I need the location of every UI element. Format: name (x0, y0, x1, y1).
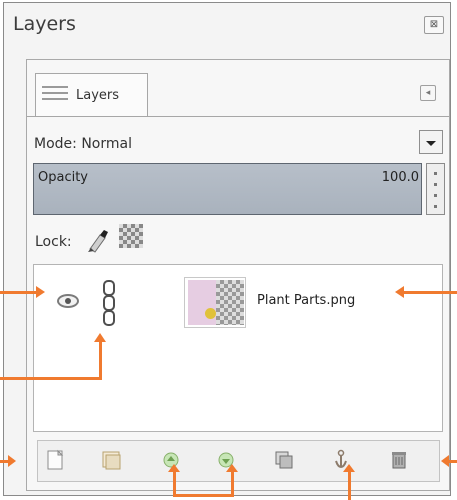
tab-menu-icon: ◂ (425, 88, 431, 98)
layer-name-callout-head (395, 286, 404, 298)
new-layer-icon (47, 449, 64, 470)
new-group-icon (102, 451, 121, 470)
mode-dropdown-button[interactable] (419, 130, 443, 154)
close-button[interactable]: ⊠ (424, 16, 444, 34)
window-title: Layers (13, 13, 76, 35)
opacity-value: 100.0 (381, 170, 419, 185)
layers-dock: Layers ◂ Mode: Normal Opacity 100.0 Lock… (26, 59, 450, 491)
checkerboard-icon[interactable] (119, 224, 143, 248)
delete-layer-button[interactable] (388, 449, 410, 471)
raise-lower-bracket-right (231, 472, 234, 497)
eye-callout-line (0, 291, 36, 294)
anchor-callout-line (348, 472, 351, 500)
raise-lower-bracket-bottom (173, 494, 234, 497)
tab-layers-label: Layers (76, 88, 120, 103)
opacity-label: Opacity (38, 170, 89, 185)
layer-name-callout-line (404, 291, 457, 294)
tab-menu-button[interactable]: ◂ (420, 85, 436, 101)
delete-callout-head (441, 455, 449, 467)
lower-callout-head (226, 464, 238, 472)
lock-label: Lock: (35, 234, 72, 250)
layers-tab-icon (42, 82, 68, 104)
opacity-spinner[interactable] (426, 163, 445, 215)
anchor-callout-head (343, 464, 355, 472)
mode-row: Mode: Normal (34, 136, 132, 152)
tab-divider (27, 116, 449, 117)
new-layer-callout-head (8, 455, 16, 467)
title-bar: Layers ⊠ (4, 3, 450, 47)
opacity-slider[interactable]: Opacity 100.0 (33, 163, 422, 215)
mode-value[interactable]: Normal (81, 136, 132, 152)
chain-callout-vertical (99, 341, 102, 380)
new-layer-group-button[interactable] (101, 449, 123, 471)
duplicate-layer-button[interactable] (273, 449, 295, 471)
delete-layer-icon (392, 452, 406, 469)
layer-thumbnail[interactable] (184, 277, 246, 328)
mode-label: Mode: (34, 136, 77, 152)
chain-link-icon[interactable] (102, 280, 116, 326)
duplicate-layer-icon (275, 451, 293, 469)
eye-icon[interactable] (57, 294, 79, 308)
new-layer-button[interactable] (44, 449, 66, 471)
layer-name[interactable]: Plant Parts.png (257, 293, 355, 308)
chain-callout-horizontal (0, 377, 102, 380)
new-layer-callout-line (0, 460, 8, 463)
raise-lower-bracket-left (173, 472, 176, 497)
tab-layers[interactable]: Layers (35, 73, 148, 117)
raise-callout-head (168, 464, 180, 472)
layers-list: Plant Parts.png (33, 264, 443, 432)
eye-callout-head (36, 286, 45, 298)
layers-window: Layers ⊠ Layers ◂ Mode: Normal Opacity 1… (3, 2, 451, 496)
layers-bottom-toolbar (37, 440, 440, 482)
chain-callout-head (94, 333, 106, 342)
delete-callout-line (449, 460, 457, 463)
close-icon: ⊠ (429, 19, 439, 30)
paintbrush-icon[interactable] (82, 225, 112, 255)
